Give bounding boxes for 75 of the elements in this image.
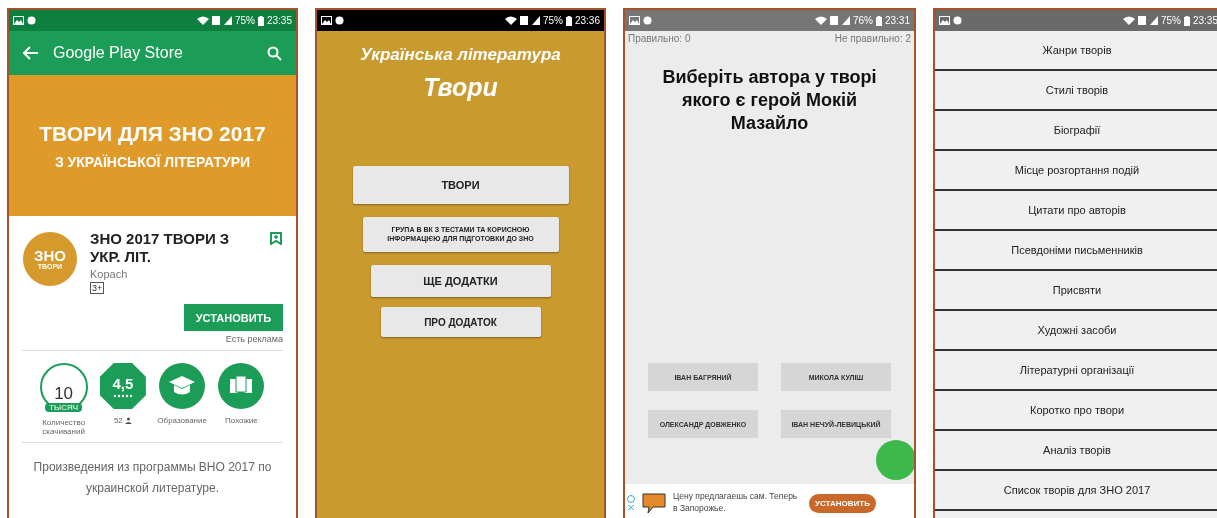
logo-text: ЗНО (34, 248, 66, 263)
battery-percent: 75% (542, 15, 563, 26)
question-text: Виберіть автора у творі якого є герой Мокій Мазайло (661, 66, 878, 136)
signal-icon (829, 16, 850, 25)
downloads-count: 10 (54, 385, 74, 402)
ad-text: Цену предлагаешь сам. Теперь в Запорожье. (673, 491, 799, 515)
circle-icon (953, 16, 962, 25)
stat-label: Похожие (225, 416, 258, 425)
battery-percent: 76% (852, 15, 873, 26)
menu-button[interactable]: ПРО ДОДАТОК (380, 307, 541, 337)
image-icon (629, 16, 640, 25)
developer-name[interactable]: Kopach (90, 268, 128, 280)
list-item[interactable]: Місце розгортання подій (935, 151, 1217, 191)
stat-label: Образование (157, 416, 207, 425)
correct-count: Правильно: 0 (628, 33, 691, 44)
search-icon[interactable] (267, 45, 282, 61)
wifi-icon (814, 16, 827, 25)
wifi-icon (504, 16, 517, 25)
clock: 23:35 (266, 15, 292, 26)
menu-button[interactable]: ТВОРИ (352, 166, 569, 204)
store-title: Google Play Store (53, 44, 184, 62)
circle-icon (643, 16, 652, 25)
app-title: Українська література (359, 45, 562, 65)
app-subtitle: Твори (422, 73, 499, 102)
rating-value: 4,5 (112, 374, 134, 392)
list-item[interactable]: Псевдоніми письменників (935, 231, 1217, 271)
floating-action-button[interactable] (876, 440, 914, 481)
ad-info-icon[interactable] (627, 495, 635, 512)
list-item[interactable]: Стилі творів (935, 71, 1217, 111)
wifi-icon (1122, 16, 1135, 25)
speech-bubble-icon (641, 492, 667, 515)
rating-count: 52 (113, 416, 132, 425)
list-item[interactable]: Коротко про твори (935, 391, 1217, 431)
clock: 23:36 (574, 15, 600, 26)
graduation-cap-icon[interactable] (159, 363, 206, 409)
menu-button[interactable]: ЩЕ ДОДАТКИ (370, 265, 551, 297)
image-icon (321, 16, 332, 25)
stat-label: Количество скачиваний (41, 418, 87, 436)
battery-icon (1183, 15, 1190, 26)
ad-install-button[interactable]: УСТАНОВИТЬ (809, 493, 876, 513)
list-item[interactable]: Біографії (935, 111, 1217, 151)
clock: 23:31 (884, 15, 910, 26)
list-item[interactable]: Цитати про авторів (935, 191, 1217, 231)
cards-icon[interactable] (218, 363, 265, 409)
list-item[interactable]: Літературні організації (935, 351, 1217, 391)
battery-icon (875, 15, 882, 26)
signal-icon (211, 16, 232, 25)
battery-icon (565, 15, 572, 26)
battery-icon (257, 15, 264, 26)
battery-percent: 75% (1160, 15, 1181, 26)
age-rating: 3+ (90, 282, 105, 294)
wrong-count: Не правильно: 2 (834, 33, 911, 44)
signal-icon (1137, 16, 1158, 25)
banner-title: ТВОРИ ДЛЯ ЗНО 2017 (39, 121, 266, 146)
image-icon (13, 16, 24, 25)
app-description: Произведения из программы ВНО 2017 по украинской литературе. (32, 459, 273, 497)
image-icon (939, 16, 950, 25)
back-arrow-icon[interactable] (23, 46, 39, 60)
list-item[interactable]: Аналіз творів (935, 431, 1217, 471)
banner-subtitle: З УКРАЇНСЬКОЇ ЛІТЕРАТУРИ (54, 153, 251, 170)
battery-percent: 75% (234, 15, 255, 26)
list-item[interactable]: Художні засоби (935, 311, 1217, 351)
ads-note: Есть реклама (225, 334, 283, 344)
circle-icon (27, 16, 36, 25)
downloads-unit: ТЫСЯЧ (45, 403, 83, 412)
rating-stars-icon (111, 393, 134, 398)
list-item[interactable]: Присвяти (935, 271, 1217, 311)
clock: 23:35 (1192, 15, 1217, 26)
bookmark-icon[interactable] (270, 232, 282, 245)
list-item[interactable]: Жанри творів (935, 31, 1217, 71)
signal-icon (519, 16, 540, 25)
circle-icon (335, 16, 344, 25)
app-name: ЗНО 2017 ТВОРИ З УКР. ЛІТ. (90, 230, 231, 266)
wifi-icon (196, 16, 209, 25)
list-item[interactable]: Список творів для ЗНО 2017 (935, 471, 1217, 511)
